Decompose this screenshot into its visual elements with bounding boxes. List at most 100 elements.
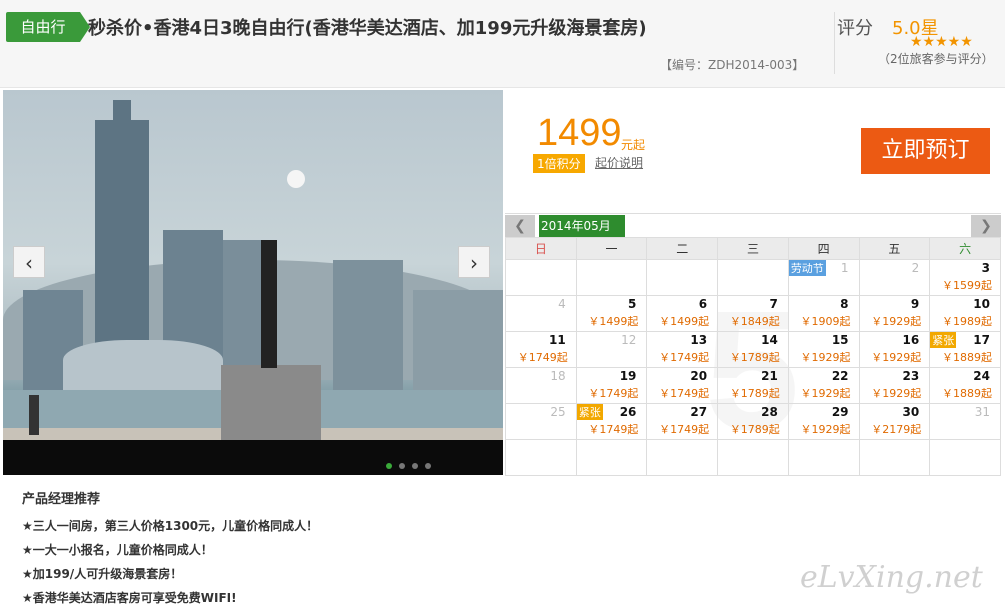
day-price: ￥1909起 [800,315,851,328]
calendar-day[interactable]: 24 ￥1889起 [929,367,1001,404]
calendar-day[interactable]: 9 ￥1929起 [858,295,931,332]
slider-dot[interactable] [425,463,431,469]
chevron-right-icon[interactable]: › [458,246,490,278]
price-amount: 1499 [537,112,622,154]
slider-dot[interactable] [412,463,418,469]
calendar-day[interactable]: 5 ￥1499起 [575,295,648,332]
calendar-day [505,259,577,296]
calendar-day[interactable]: 14 ￥1789起 [717,331,789,368]
calendar-day[interactable]: 23 ￥1929起 [858,367,931,404]
day-number: 14 [761,333,778,347]
day-price: ￥1849起 [729,315,780,328]
price-help-link[interactable]: 起价说明 [595,154,643,171]
day-price: ￥1929起 [871,315,922,328]
day-number: 6 [698,297,708,311]
slider-dot[interactable] [399,463,405,469]
weekday-header: 二 [646,237,719,260]
day-price: ￥1929起 [800,351,851,364]
calendar-day[interactable]: 15 ￥1929起 [787,331,860,368]
price-calendar: ❮ 2014年05月 ❯ 5 日一二三四五六 劳动节123￥1599起45￥14… [505,213,1001,476]
calendar-day[interactable]: 16 ￥1929起 [858,331,931,368]
calendar-day [575,439,648,476]
calendar-day[interactable]: 6 ￥1499起 [646,295,719,332]
photo-statue-lamp [287,170,305,188]
price-panel: 1499 元起 1倍积分 起价说明 立即预订 [505,90,1005,213]
calendar-day[interactable]: 30 ￥2179起 [858,403,931,440]
recommend-item: ★三人一间房，第三人价格1300元，儿童价格同成人！ [22,519,319,533]
day-number: 13 [690,333,708,347]
calendar-day[interactable]: 21 ￥1789起 [717,367,789,404]
day-number: 8 [840,297,849,311]
rating-stars-icon: ★★★★★ [910,34,973,50]
calendar-day[interactable]: 7 ￥1849起 [717,295,789,332]
photo-building [333,260,403,390]
chevron-left-icon[interactable]: ❮ [505,215,535,237]
calendar-day[interactable]: 8 ￥1909起 [787,295,860,332]
day-price: ￥1749起 [517,351,568,364]
calendar-day[interactable]: 13 ￥1749起 [646,331,719,368]
day-number: 10 [973,297,990,311]
day-number: 19 [619,369,637,383]
calendar-day[interactable]: 紧张 17 ￥1889起 [929,331,1001,368]
calendar-day[interactable]: 28 ￥1789起 [717,403,789,440]
chevron-left-icon[interactable]: ‹ [13,246,45,278]
calendar-day[interactable]: 10 ￥1989起 [929,295,1001,332]
weekday-header: 三 [717,237,789,260]
day-number: 15 [831,333,849,347]
day-number: 20 [690,369,708,383]
weekday-header: 四 [787,237,860,260]
product-code: 【编号：ZDH2014-003】 [660,58,805,72]
day-number: 3 [981,261,990,275]
day-number: 28 [761,405,778,419]
calendar-day [929,439,1001,476]
day-price: ￥1749起 [659,351,710,364]
day-price: ￥1749起 [659,423,710,436]
day-number: 5 [628,297,637,311]
slider-dots[interactable] [386,454,438,473]
day-number: 30 [902,405,920,419]
day-price: ￥1499起 [588,315,639,328]
day-price: ￥1599起 [942,279,992,292]
day-number: 1 [840,261,849,275]
recommend-item: ★香港华美达酒店客房可享受免费WIFI! [22,591,237,605]
day-number: 12 [621,333,637,347]
weekday-header: 一 [575,237,648,260]
day-price: ￥1749起 [588,423,639,436]
recommend-title: 产品经理推荐 [22,492,101,507]
calendar-day[interactable]: 22 ￥1929起 [787,367,860,404]
weekday-header: 六 [929,237,1001,260]
book-now-button[interactable]: 立即预订 [861,128,990,174]
photo-tower-top [113,100,131,130]
calendar-day[interactable]: 3 ￥1599起 [929,259,1001,296]
calendar-day[interactable]: 紧张 26 ￥1749起 [575,403,648,440]
day-tag: 劳动节 [788,260,826,276]
day-price: ￥1929起 [800,387,851,400]
day-price: ￥1749起 [588,387,639,400]
calendar-day[interactable]: 20 ￥1749起 [646,367,719,404]
page-title: 秒杀价•香港4日3晚自由行(香港华美达酒店、加199元升级海景套房) [88,18,647,39]
calendar-day: 31 [929,403,1001,440]
day-number: 25 [550,405,566,419]
category-badge: 自由行 [6,12,90,42]
chevron-right-icon[interactable]: ❯ [971,215,1001,237]
day-price: ￥1749起 [659,387,710,400]
product-photo: ‹ › [3,90,503,475]
recommend-item: ★加199/人可升级海景套房！ [22,567,183,581]
day-number: 7 [769,297,778,311]
watermark: eLvXing.net [800,560,983,595]
photo-statue [261,240,277,368]
day-number: 24 [973,369,990,383]
calendar-day: 4 [505,295,577,332]
calendar-day[interactable]: 29 ￥1929起 [787,403,860,440]
calendar-day[interactable]: 11 ￥1749起 [505,331,577,368]
day-price: ￥1889起 [942,387,992,400]
slider-dot[interactable] [386,463,392,469]
calendar-day[interactable]: 27 ￥1749起 [646,403,719,440]
calendar-day [717,439,789,476]
day-price: ￥1789起 [729,423,780,436]
day-price: ￥1889起 [942,351,992,364]
calendar-day [787,439,860,476]
calendar-day [646,259,719,296]
day-number: 22 [831,369,849,383]
calendar-day[interactable]: 19 ￥1749起 [575,367,648,404]
